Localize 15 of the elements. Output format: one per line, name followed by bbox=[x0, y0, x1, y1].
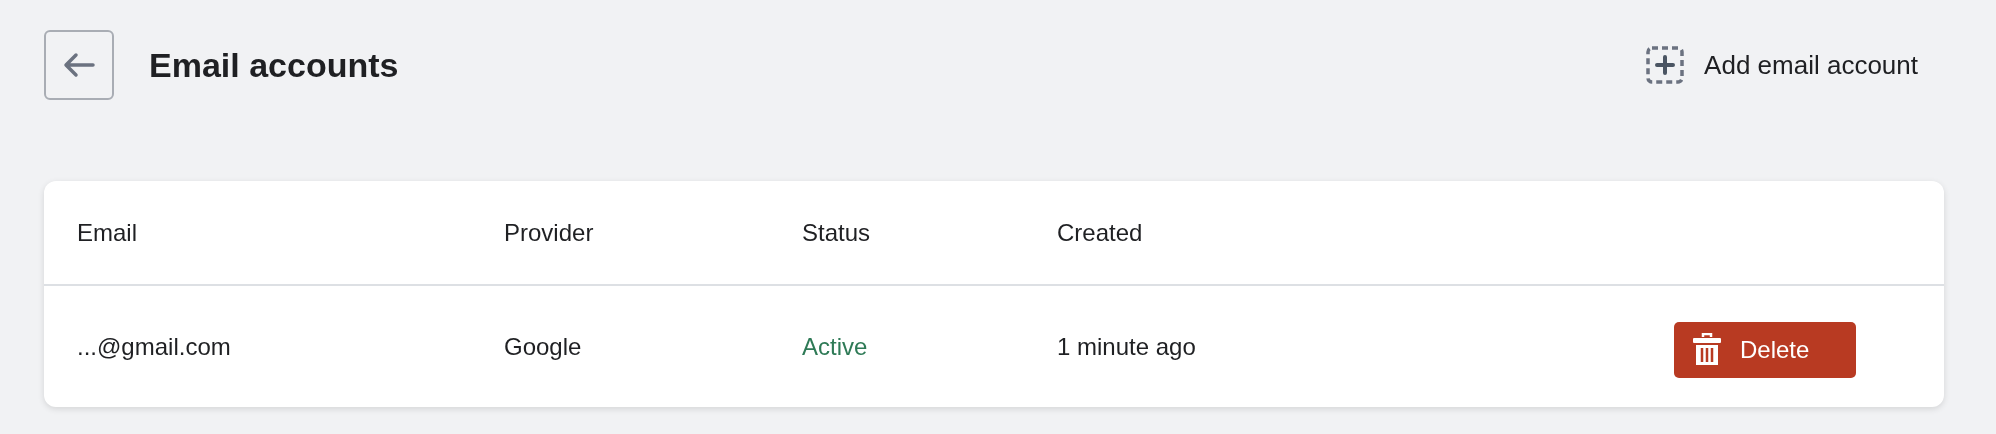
column-header: Status bbox=[802, 218, 872, 247]
trash-icon bbox=[1692, 332, 1722, 367]
column-header: Created bbox=[1057, 218, 1144, 247]
column-header: Provider bbox=[504, 218, 595, 247]
delete-button[interactable]: Delete bbox=[1674, 321, 1856, 378]
table-cell-text: Google bbox=[504, 332, 583, 361]
add-icon bbox=[1646, 46, 1685, 84]
status-text: Active bbox=[802, 332, 869, 361]
back-button[interactable] bbox=[44, 30, 114, 100]
table-cell-text: ...@gmail.com bbox=[77, 332, 232, 361]
page-title: Email accounts bbox=[149, 45, 399, 85]
table-cell-text: 1 minute ago bbox=[1057, 332, 1197, 361]
add-email-account-button[interactable]: Add email account bbox=[1646, 46, 1944, 84]
column-header: Email bbox=[77, 218, 138, 247]
back-arrow-icon bbox=[63, 52, 95, 78]
